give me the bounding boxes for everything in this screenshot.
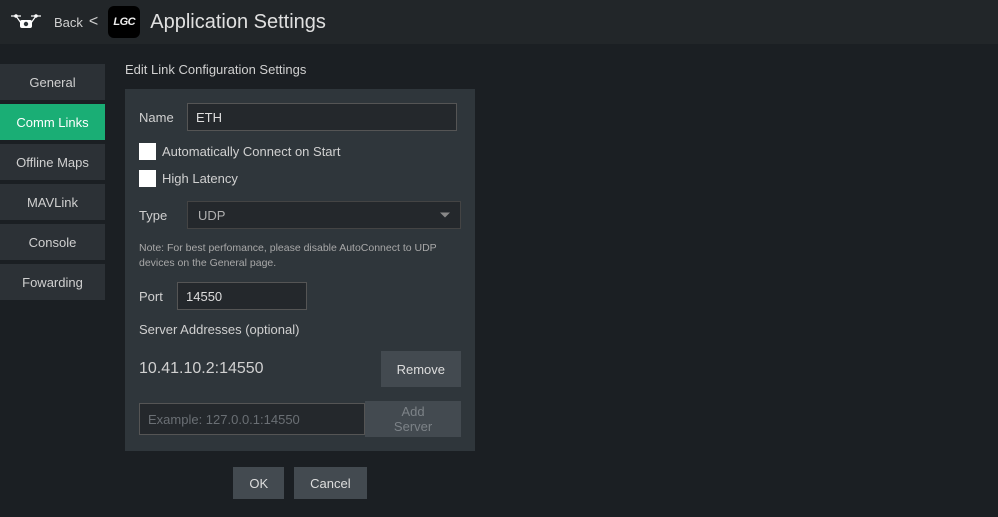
sidebar-item-general[interactable]: General [0,64,105,100]
auto-connect-checkbox[interactable] [139,143,156,160]
remove-button[interactable]: Remove [381,351,461,387]
high-latency-checkbox[interactable] [139,170,156,187]
server-address-item: 10.41.10.2:14550 [139,360,264,378]
cancel-button[interactable]: Cancel [294,467,366,499]
sidebar-item-offlinemaps[interactable]: Offline Maps [0,144,105,180]
type-select[interactable]: UDP [187,201,461,229]
name-label: Name [139,110,179,125]
sidebar-item-console[interactable]: Console [0,224,105,260]
back-label: Back [54,15,83,30]
sidebar-item-commlinks[interactable]: Comm Links [0,104,105,140]
type-note: Note: For best perfomance, please disabl… [139,241,461,270]
app-logo: LGC [108,6,140,38]
edit-link-panel: Name Automatically Connect on Start High… [125,89,475,451]
section-title: Edit Link Configuration Settings [125,62,978,77]
port-label: Port [139,289,169,304]
logo-text: LGC [113,16,135,28]
chevron-left-icon: < [89,13,98,31]
topbar: Back < LGC Application Settings [0,0,998,44]
drone-icon [8,10,44,34]
add-server-button[interactable]: Add Server [365,401,461,437]
page-title: Application Settings [150,11,326,34]
port-input[interactable] [177,282,307,310]
chevron-down-icon [440,213,450,218]
server-address-input[interactable] [139,403,365,435]
name-input[interactable] [187,103,457,131]
high-latency-label: High Latency [162,171,238,186]
sidebar: General Comm Links Offline Maps MAVLink … [0,44,105,517]
sidebar-item-mavlink[interactable]: MAVLink [0,184,105,220]
type-label: Type [139,208,179,223]
type-value: UDP [198,208,225,223]
server-addresses-label: Server Addresses (optional) [139,322,461,337]
ok-button[interactable]: OK [233,467,284,499]
sidebar-item-fowarding[interactable]: Fowarding [0,264,105,300]
main-content: Edit Link Configuration Settings Name Au… [105,44,998,517]
auto-connect-label: Automatically Connect on Start [162,144,340,159]
back-button[interactable]: Back < [54,13,98,31]
